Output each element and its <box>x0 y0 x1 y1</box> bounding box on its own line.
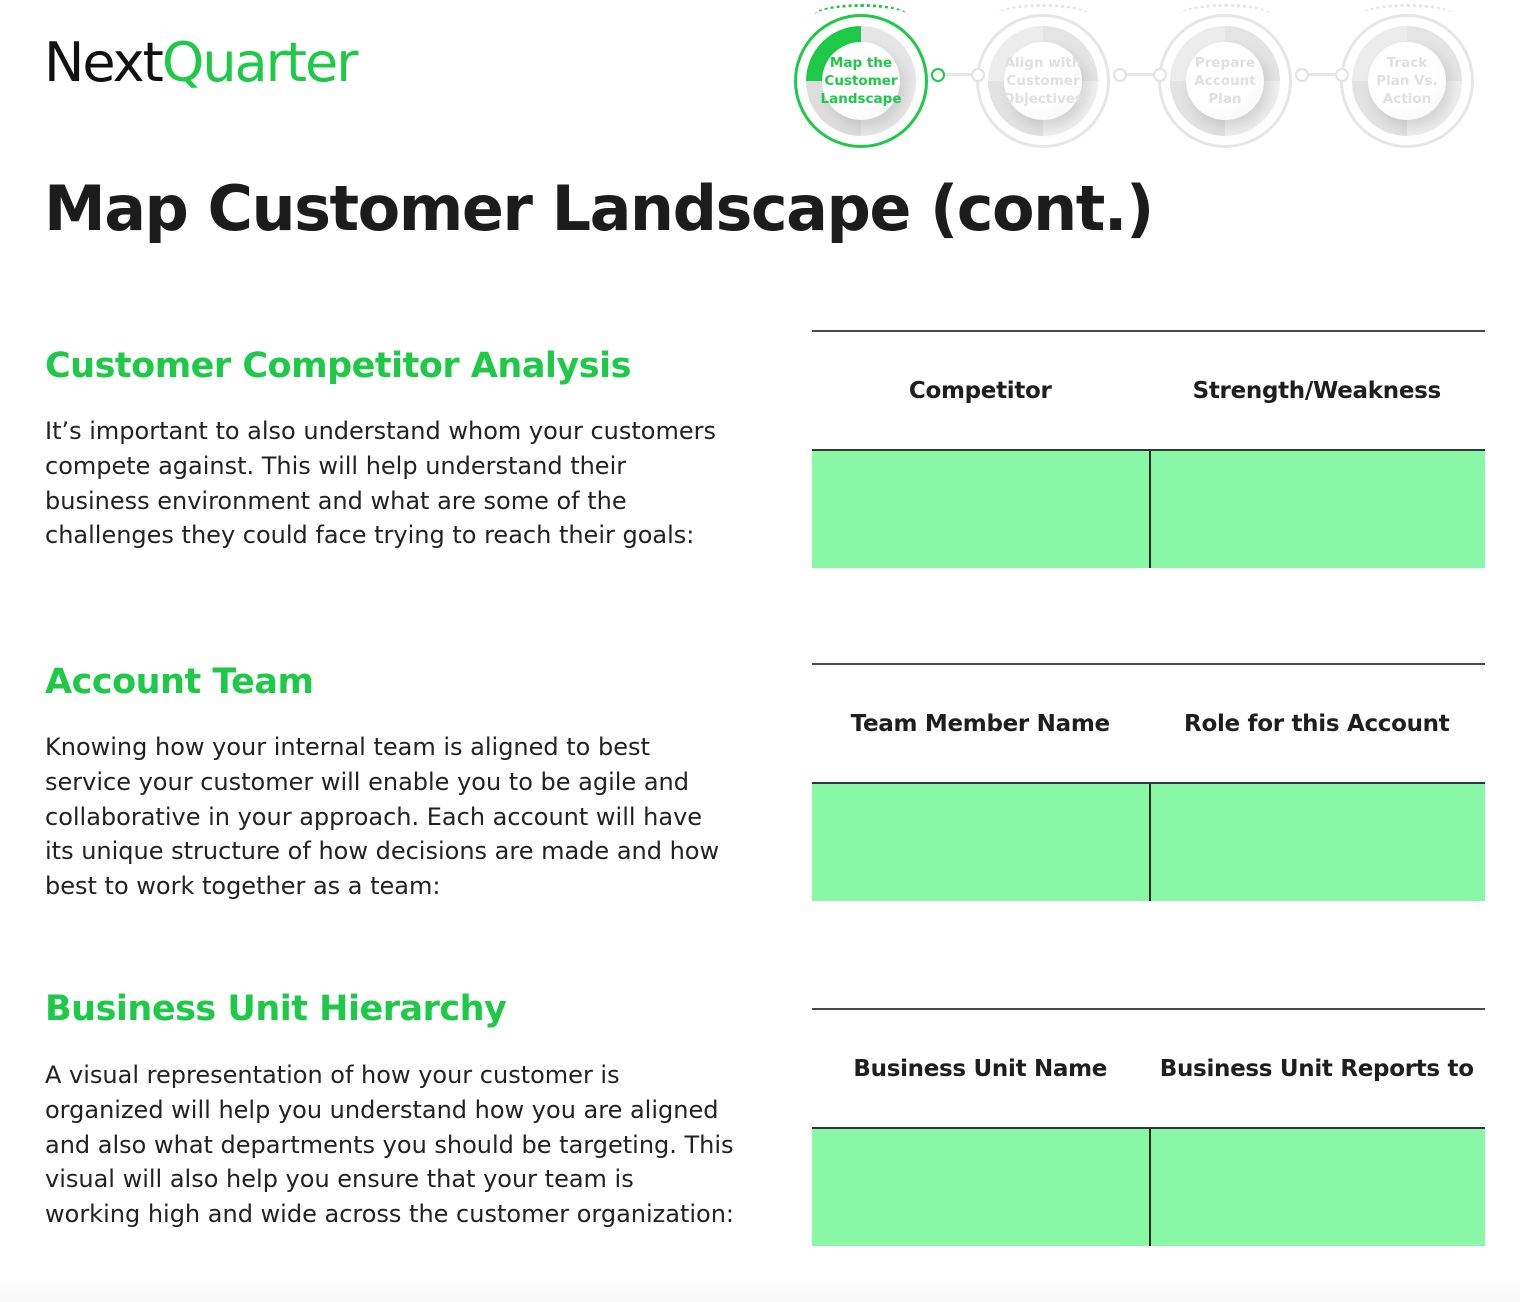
section-body-account-team: Knowing how your internal team is aligne… <box>45 733 720 901</box>
step-label-line: Plan Vs. <box>1376 73 1438 89</box>
table-row <box>812 451 1485 568</box>
step-align-customer-objectives[interactable]: Align with Customer Objectives <box>976 4 1110 148</box>
step-node-icon <box>971 68 985 82</box>
page-title: Map Customer Landscape (cont.) <box>44 172 1154 245</box>
section-body-business-unit-hierarchy: A visual representation of how your cust… <box>45 1061 735 1229</box>
step-label: Align with Customer Objectives <box>1003 42 1083 120</box>
strength-weakness-input-cell[interactable] <box>1148 451 1485 568</box>
table-row <box>812 1129 1485 1246</box>
role-input-cell[interactable] <box>1148 784 1485 901</box>
column-header-reports-to: Business Unit Reports to <box>1159 1055 1474 1082</box>
account-team-table: Team Member Name Role for this Account <box>812 663 1485 901</box>
logo-quarter: Quarter <box>161 31 359 94</box>
logo-next: Next <box>44 31 164 94</box>
step-label-line: Customer <box>1006 73 1080 89</box>
step-label-line: Objectives <box>1003 91 1083 107</box>
step-node-icon <box>931 68 945 82</box>
column-header-strength-weakness: Strength/Weakness <box>1192 377 1442 404</box>
step-node-icon <box>1295 68 1309 82</box>
step-label-line: Prepare <box>1194 55 1256 71</box>
nextquarter-logo: NextQuarter <box>44 36 358 90</box>
section-body-competitor-analysis: It’s important to also understand whom y… <box>45 417 716 550</box>
section-heading-account-team: Account Team <box>45 662 314 702</box>
step-label-line: Action <box>1382 91 1432 107</box>
column-header-competitor: Competitor <box>908 377 1052 404</box>
table-header: Team Member Name Role for this Account <box>812 665 1485 784</box>
step-node-icon <box>1153 68 1167 82</box>
step-node-icon <box>1335 68 1349 82</box>
step-label-line: Map the <box>829 55 893 71</box>
competitor-input-cell[interactable] <box>812 451 1149 568</box>
table-header: Business Unit Name Business Unit Reports… <box>812 1010 1485 1129</box>
team-member-name-input-cell[interactable] <box>812 784 1149 901</box>
page-bottom-edge <box>0 1278 1520 1302</box>
column-header-team-member-name: Team Member Name <box>850 710 1110 737</box>
column-header-role: Role for this Account <box>1184 710 1450 737</box>
column-header-business-unit-name: Business Unit Name <box>853 1055 1108 1082</box>
section-heading-competitor-analysis: Customer Competitor Analysis <box>45 346 631 386</box>
section-heading-business-unit-hierarchy: Business Unit Hierarchy <box>45 989 507 1029</box>
step-label-line: Track <box>1386 55 1428 71</box>
step-label: Prepare Account Plan <box>1186 42 1264 120</box>
step-label-line: Plan <box>1208 91 1242 107</box>
table-header: Competitor Strength/Weakness <box>812 332 1485 451</box>
business-unit-name-input-cell[interactable] <box>812 1129 1149 1246</box>
reports-to-input-cell[interactable] <box>1148 1129 1485 1246</box>
progress-stepper: Map the Customer Landscape Align with Cu… <box>780 0 1520 160</box>
table-row <box>812 784 1485 901</box>
step-label-line: Landscape <box>820 91 902 107</box>
step-label-line: Account <box>1194 73 1256 89</box>
competitor-table: Competitor Strength/Weakness <box>812 330 1485 568</box>
step-label-line: Customer <box>824 73 898 89</box>
step-track-plan-vs-action[interactable]: Track Plan Vs. Action <box>1340 4 1474 148</box>
step-label: Map the Customer Landscape <box>820 42 902 120</box>
step-label: Track Plan Vs. Action <box>1368 42 1446 120</box>
step-prepare-account-plan[interactable]: Prepare Account Plan <box>1158 4 1292 148</box>
step-node-icon <box>1113 68 1127 82</box>
business-unit-table: Business Unit Name Business Unit Reports… <box>812 1008 1485 1246</box>
step-map-customer-landscape[interactable]: Map the Customer Landscape <box>794 4 928 148</box>
step-label-line: Align with <box>1004 55 1082 71</box>
